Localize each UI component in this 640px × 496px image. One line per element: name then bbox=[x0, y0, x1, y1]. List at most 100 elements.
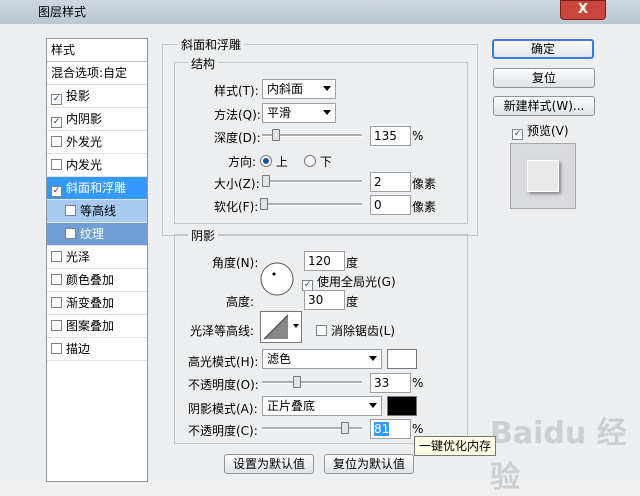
highlight-mode-select[interactable]: 滤色 bbox=[262, 349, 382, 369]
sidebar-item[interactable]: 图案叠加 bbox=[47, 315, 147, 338]
sidebar-item-checkbox[interactable] bbox=[51, 297, 62, 308]
direction-up-option[interactable]: 上 bbox=[260, 153, 288, 170]
altitude-input[interactable]: 30 bbox=[304, 290, 345, 310]
shadow-color-swatch[interactable] bbox=[387, 396, 417, 416]
sidebar-item-label: 外发光 bbox=[66, 135, 103, 149]
sidebar-item-checkbox[interactable] bbox=[51, 274, 62, 285]
soften-slider-track[interactable] bbox=[262, 203, 362, 206]
technique-select[interactable]: 平滑 bbox=[262, 103, 336, 123]
angle-unit: 度 bbox=[346, 256, 359, 270]
reset-default-button[interactable]: 复位为默认值 bbox=[324, 454, 414, 474]
soften-input[interactable]: 0 bbox=[370, 195, 411, 215]
highlight-opacity-input[interactable]: 33 bbox=[370, 373, 411, 393]
sidebar-item-checkbox[interactable] bbox=[51, 251, 62, 262]
preview-thumbnail bbox=[527, 160, 559, 192]
blending-options[interactable]: 混合选项:自定 bbox=[47, 62, 147, 85]
size-label: 大小(Z): bbox=[214, 177, 260, 191]
antialias-label: 消除锯齿(L) bbox=[331, 324, 396, 338]
style-label: 样式(T): bbox=[214, 84, 259, 98]
shadow-opacity-value: 81 bbox=[374, 422, 390, 436]
sidebar-item[interactable]: 光泽 bbox=[47, 246, 147, 269]
sidebar-item-label: 颜色叠加 bbox=[66, 273, 115, 287]
depth-unit: % bbox=[412, 129, 424, 143]
sidebar-item[interactable]: 渐变叠加 bbox=[47, 292, 147, 315]
highlight-opacity-thumb[interactable] bbox=[293, 376, 301, 388]
make-default-button[interactable]: 设置为默认值 bbox=[224, 454, 314, 474]
chevron-down-icon bbox=[323, 86, 331, 91]
highlight-opacity-unit: % bbox=[412, 376, 424, 390]
contour-preview-icon bbox=[263, 314, 289, 340]
chevron-down-icon bbox=[323, 110, 331, 115]
preview-swatch bbox=[510, 143, 576, 209]
soften-slider-thumb[interactable] bbox=[260, 198, 268, 210]
size-slider-track[interactable] bbox=[262, 180, 362, 183]
shadow-opacity-thumb[interactable] bbox=[341, 422, 349, 434]
angle-dial[interactable] bbox=[259, 261, 295, 297]
sidebar-item[interactable]: 颜色叠加 bbox=[47, 269, 147, 292]
ok-button[interactable]: 确定 bbox=[492, 39, 594, 59]
size-input[interactable]: 2 bbox=[370, 172, 411, 192]
altitude-label: 高度: bbox=[226, 295, 255, 309]
antialias-option[interactable]: 消除锯齿(L) bbox=[316, 322, 395, 339]
style-select[interactable]: 内斜面 bbox=[262, 79, 336, 99]
sidebar-item[interactable]: 外发光 bbox=[47, 131, 147, 154]
preview-checkbox[interactable]: ✓ bbox=[512, 129, 523, 140]
sidebar-item-checkbox[interactable] bbox=[51, 136, 62, 147]
new-style-button[interactable]: 新建样式(W)... bbox=[493, 96, 595, 116]
sidebar-item-checkbox[interactable]: ✓ bbox=[51, 186, 62, 197]
highlight-mode-label: 高光模式(H): bbox=[188, 355, 259, 369]
baidu-watermark: Baidu 经验 bbox=[490, 416, 627, 495]
shading-title: 阴影 bbox=[188, 227, 219, 244]
style-list-header[interactable]: 样式 bbox=[47, 39, 147, 62]
angle-label: 角度(N): bbox=[212, 256, 259, 270]
gloss-contour-picker[interactable] bbox=[260, 311, 302, 343]
style-list: 样式 混合选项:自定 ✓ 投影 ✓ 内阴影 外发光 内发光 ✓ 斜面和浮雕 等高线 纹理 光泽 颜色叠… bbox=[46, 38, 148, 482]
sidebar-item-label: 图案叠加 bbox=[66, 319, 115, 333]
sidebar-item-checkbox[interactable] bbox=[65, 205, 76, 216]
soften-label: 软化(F): bbox=[214, 200, 259, 214]
sidebar-item-checkbox[interactable] bbox=[51, 159, 62, 170]
sidebar-item-label: 渐变叠加 bbox=[66, 296, 115, 310]
direction-down-label: 下 bbox=[319, 155, 332, 169]
sidebar-item[interactable]: 内发光 bbox=[47, 154, 147, 177]
sidebar-item-checkbox[interactable]: ✓ bbox=[51, 94, 62, 105]
direction-down-option[interactable]: 下 bbox=[304, 153, 332, 170]
highlight-color-swatch[interactable] bbox=[387, 349, 417, 369]
sidebar-item[interactable]: ✓ 斜面和浮雕 bbox=[47, 177, 147, 200]
global-light-option[interactable]: ✓ 使用全局光(G) bbox=[302, 273, 396, 291]
shadow-mode-select[interactable]: 正片叠底 bbox=[262, 396, 382, 416]
sidebar-item[interactable]: ✓ 内阴影 bbox=[47, 108, 147, 131]
close-button[interactable]: X bbox=[560, 0, 606, 20]
sidebar-item[interactable]: 等高线 bbox=[47, 200, 147, 223]
reset-button[interactable]: 复位 bbox=[493, 68, 595, 88]
sidebar-item[interactable]: ✓ 投影 bbox=[47, 85, 147, 108]
sidebar-item-label: 内阴影 bbox=[66, 112, 103, 126]
sidebar-item-checkbox[interactable] bbox=[65, 228, 76, 239]
gloss-contour-label: 光泽等高线: bbox=[190, 324, 255, 338]
shadow-mode-label: 阴影模式(A): bbox=[188, 402, 258, 416]
sidebar-item-checkbox[interactable]: ✓ bbox=[51, 117, 62, 128]
direction-up-label: 上 bbox=[275, 155, 288, 169]
sidebar-item-checkbox[interactable] bbox=[51, 343, 62, 354]
size-slider-thumb[interactable] bbox=[262, 175, 270, 187]
angle-input[interactable]: 120 bbox=[304, 251, 345, 271]
shadow-opacity-input[interactable]: 81 bbox=[370, 419, 411, 439]
highlight-opacity-track[interactable] bbox=[262, 381, 362, 384]
sidebar-item[interactable]: 描边 bbox=[47, 338, 147, 361]
preview-option[interactable]: ✓ 预览(V) bbox=[512, 122, 569, 140]
sidebar-item-label: 纹理 bbox=[80, 227, 105, 241]
title-bar: 图层样式 X bbox=[0, 0, 640, 25]
radio-up[interactable] bbox=[260, 155, 272, 167]
depth-input[interactable]: 135 bbox=[370, 126, 411, 146]
shadow-opacity-unit: % bbox=[412, 422, 424, 436]
sidebar-item-label: 内发光 bbox=[66, 158, 103, 172]
preview-label: 预览(V) bbox=[527, 124, 569, 138]
sidebar-item-checkbox[interactable] bbox=[51, 320, 62, 331]
shadow-mode-value: 正片叠底 bbox=[267, 399, 316, 413]
depth-slider-thumb[interactable] bbox=[272, 129, 280, 141]
radio-down[interactable] bbox=[304, 155, 316, 167]
soften-unit: 像素 bbox=[412, 200, 437, 214]
chevron-down-icon bbox=[293, 324, 299, 328]
antialias-checkbox[interactable] bbox=[316, 325, 327, 336]
sidebar-item[interactable]: 纹理 bbox=[47, 223, 147, 246]
